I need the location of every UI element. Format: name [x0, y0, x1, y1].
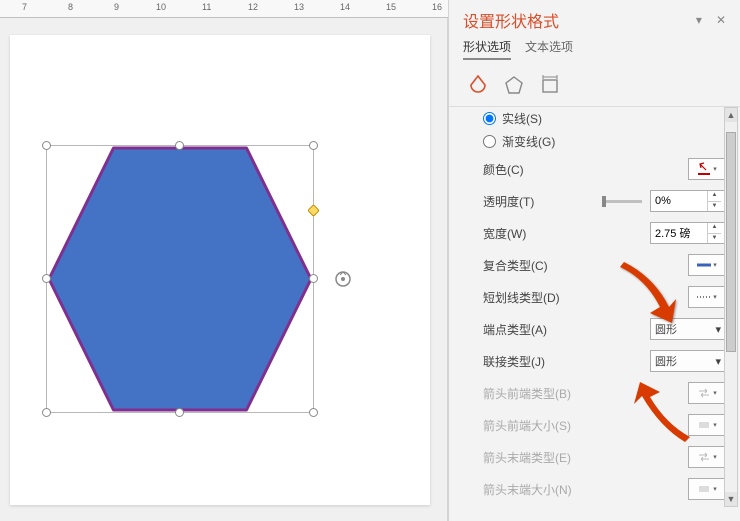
panel-menu-icon[interactable]: ▾: [696, 13, 702, 27]
dash-line-icon: [697, 292, 711, 302]
radio-solid-line[interactable]: 实线(S): [459, 107, 734, 130]
scroll-thumb[interactable]: [726, 132, 736, 352]
compound-label: 复合类型(C): [483, 257, 548, 274]
join-label: 联接类型(J): [483, 353, 545, 370]
resize-handle-tr[interactable]: [309, 141, 318, 150]
tab-shape-options[interactable]: 形状选项: [463, 38, 511, 60]
compound-type-button[interactable]: ▾: [688, 254, 726, 276]
compound-line-icon: [697, 260, 711, 270]
tab-text-options[interactable]: 文本选项: [525, 38, 573, 60]
arrow-swap-icon: [697, 388, 711, 398]
dash-label: 短划线类型(D): [483, 289, 560, 306]
arrow-swap-icon: [697, 452, 711, 462]
join-type-select[interactable]: 圆形▾: [650, 350, 726, 372]
begin-arrow-size-button: ▾: [688, 414, 726, 436]
lines-icon: [697, 484, 711, 494]
end-type-label: 箭头末端类型(E): [483, 449, 571, 466]
format-shape-panel: 设置形状格式 ▾ ✕ 形状选项 文本选项 实线(S) 渐变线(G): [448, 0, 740, 521]
close-icon[interactable]: ✕: [716, 13, 726, 27]
transparency-spinner[interactable]: ▲▼: [650, 190, 726, 212]
begin-arrow-type-button: ▾: [688, 382, 726, 404]
width-spinner[interactable]: ▲▼: [650, 222, 726, 244]
color-label: 颜色(C): [483, 161, 524, 178]
hexagon-shape[interactable]: [47, 146, 313, 412]
fill-line-icon[interactable]: [467, 74, 489, 96]
resize-handle-tl[interactable]: [42, 141, 51, 150]
canvas-area[interactable]: 7 8 9 10 11 12 13 14 15 16: [0, 0, 448, 521]
resize-handle-mr[interactable]: [309, 274, 318, 283]
transparency-input[interactable]: [651, 191, 707, 211]
radio-solid-input[interactable]: [483, 112, 496, 125]
color-picker-button[interactable]: ▾: [688, 158, 726, 180]
end-arrow-type-button: ▾: [688, 446, 726, 468]
vertical-scrollbar[interactable]: ▲ ▼: [724, 107, 738, 507]
rotate-handle[interactable]: [333, 269, 353, 289]
width-label: 宽度(W): [483, 225, 526, 242]
resize-handle-ml[interactable]: [42, 274, 51, 283]
begin-type-label: 箭头前端类型(B): [483, 385, 571, 402]
effects-icon[interactable]: [503, 74, 525, 96]
resize-handle-bl[interactable]: [42, 408, 51, 417]
resize-handle-tc[interactable]: [175, 141, 184, 150]
scroll-up-icon[interactable]: ▲: [725, 108, 737, 122]
begin-size-label: 箭头前端大小(S): [483, 417, 571, 434]
size-properties-icon[interactable]: [539, 74, 561, 96]
radio-gradient-input[interactable]: [483, 135, 496, 148]
lines-icon: [697, 420, 711, 430]
cap-type-select[interactable]: 圆形▾: [650, 318, 726, 340]
slide[interactable]: [10, 35, 430, 505]
shape-selection[interactable]: [46, 145, 314, 413]
end-arrow-size-button: ▾: [688, 478, 726, 500]
resize-handle-bc[interactable]: [175, 408, 184, 417]
panel-title: 设置形状格式: [463, 8, 559, 32]
width-input[interactable]: [651, 223, 707, 243]
horizontal-ruler: 7 8 9 10 11 12 13 14 15 16: [0, 0, 448, 18]
scroll-down-icon[interactable]: ▼: [725, 492, 737, 506]
transparency-label: 透明度(T): [483, 193, 534, 210]
transparency-slider[interactable]: [602, 200, 642, 203]
cap-label: 端点类型(A): [483, 321, 547, 338]
end-size-label: 箭头末端大小(N): [483, 481, 572, 498]
resize-handle-br[interactable]: [309, 408, 318, 417]
dash-type-button[interactable]: ▾: [688, 286, 726, 308]
radio-gradient-line[interactable]: 渐变线(G): [459, 130, 734, 153]
